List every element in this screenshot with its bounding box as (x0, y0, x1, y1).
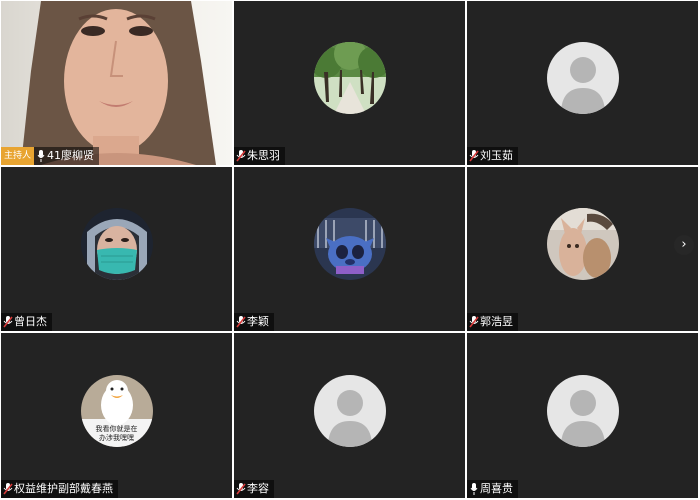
mic-muted-icon (2, 480, 14, 498)
participant-namebar: 权益维护副部戴春燕 (1, 480, 118, 498)
participant-name: 周喜贵 (480, 482, 513, 495)
mic-muted-icon (235, 480, 247, 498)
avatar-caption: 我看你就是在 (95, 424, 138, 433)
default-avatar-icon (313, 374, 386, 447)
participant-name: 李容 (247, 482, 269, 495)
host-video-feed (1, 1, 232, 165)
participant-name: 刘玉茹 (480, 149, 513, 162)
mic-muted-icon (468, 313, 480, 331)
chevron-right-icon: › (681, 237, 687, 252)
participant-tile-host[interactable]: 主持人 41廖柳贤 (1, 1, 232, 165)
participant-tile[interactable]: 李颖 (234, 167, 465, 331)
participant-name: 41廖柳贤 (47, 149, 95, 162)
video-grid: 主持人 41廖柳贤 朱思羽 刘玉茹 曾日杰 李颖 › 郭浩昱 我看你就是在 办涉… (0, 0, 700, 500)
participant-name: 曾日杰 (14, 315, 47, 328)
participant-namebar: 朱思羽 (234, 147, 285, 165)
participant-namebar: 郭浩昱 (467, 313, 518, 331)
avatar (313, 42, 386, 115)
mic-muted-icon (235, 313, 247, 331)
participant-tile[interactable]: 刘玉茹 (467, 1, 698, 165)
default-avatar-icon (546, 42, 619, 115)
participant-tile[interactable]: 朱思羽 (234, 1, 465, 165)
avatar-caption: 办涉我嘿嘿 (99, 433, 134, 442)
participant-namebar: 李容 (234, 480, 274, 498)
participant-namebar: 周喜贵 (467, 480, 518, 498)
mic-muted-icon (235, 147, 247, 165)
avatar: 我看你就是在 办涉我嘿嘿 (80, 374, 153, 447)
participant-name: 朱思羽 (247, 149, 280, 162)
participant-tile[interactable]: 我看你就是在 办涉我嘿嘿 权益维护副部戴春燕 (1, 333, 232, 498)
avatar (313, 208, 386, 281)
participant-tile[interactable]: 周喜贵 (467, 333, 698, 498)
mic-icon (35, 147, 47, 165)
participant-tile[interactable]: › 郭浩昱 (467, 167, 698, 331)
participant-namebar: 曾日杰 (1, 313, 52, 331)
participant-tile[interactable]: 曾日杰 (1, 167, 232, 331)
participant-tile[interactable]: 李容 (234, 333, 465, 498)
default-avatar-icon (546, 374, 619, 447)
participant-namebar: 刘玉茹 (467, 147, 518, 165)
participant-name: 李颖 (247, 315, 269, 328)
avatar (80, 208, 153, 281)
participant-namebar: 主持人 41廖柳贤 (1, 147, 100, 165)
mic-icon (468, 480, 480, 498)
mic-muted-icon (468, 147, 480, 165)
participant-namebar: 李颖 (234, 313, 274, 331)
participant-name: 郭浩昱 (480, 315, 513, 328)
participant-name: 权益维护副部戴春燕 (14, 482, 113, 495)
avatar (546, 208, 619, 281)
host-badge: 主持人 (1, 147, 35, 165)
next-page-button[interactable]: › (674, 235, 694, 255)
mic-muted-icon (2, 313, 14, 331)
